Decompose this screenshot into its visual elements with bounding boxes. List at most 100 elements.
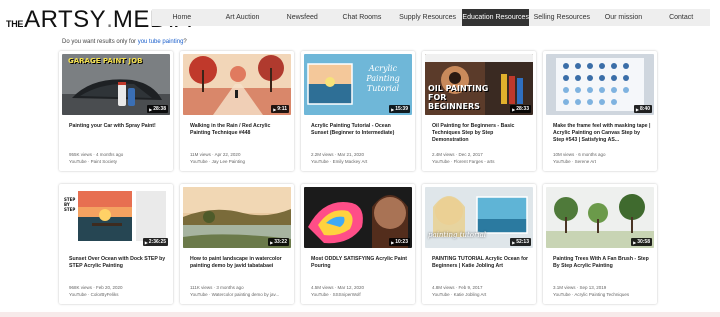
video-duration: ▶ 30:58 (631, 238, 652, 246)
play-icon: ▶ (633, 239, 637, 245)
video-thumbnail[interactable]: OIL PAINTING FOR BEGINNERS ▶ 28:33 (425, 54, 533, 115)
video-thumbnail[interactable]: GARAGE PAINT JOB ▶ 28:38 (62, 54, 170, 115)
nav-supply-resources[interactable]: Supply Resources (393, 9, 463, 26)
video-thumbnail[interactable]: ▶ 10:23 (304, 187, 412, 248)
video-channel: YouTube · ColorByFeliks (69, 292, 119, 297)
video-duration: ▶ 8:40 (633, 105, 652, 113)
duration-text: 8:40 (639, 106, 650, 112)
site-header: THE ARTSY . MEDIA Home Art Auction Newsf… (0, 0, 720, 36)
thumbnail-caption: Acrylic Painting Tutorial (366, 64, 400, 93)
logo-the: THE (6, 19, 24, 29)
nav-art-auction[interactable]: Art Auction (212, 9, 274, 26)
video-duration: ▶ 9:11 (271, 105, 289, 113)
video-views: 2.2M views · Mar 21, 2020 (311, 152, 365, 157)
video-channel: YouTube · Jay Lee Painting (190, 159, 245, 164)
video-views: 10M views · 6 months ago (553, 152, 606, 157)
nav-chat-rooms[interactable]: Chat Rooms (331, 9, 393, 26)
video-thumbnail[interactable]: ▶ 8:40 (546, 54, 654, 115)
duration-text: 52:13 (516, 239, 529, 245)
duration-text: 28:33 (516, 106, 529, 112)
thumbnail-caption: STEP BY STEP (64, 197, 76, 212)
video-duration: ▶ 10:23 (389, 238, 410, 246)
video-channel: YouTube · Acrylic Painting Techniques (553, 292, 630, 297)
nav-home[interactable]: Home (152, 9, 212, 26)
video-title[interactable]: Make the frame feel with masking tape | … (553, 123, 651, 144)
video-views: 11M views · Apr 22, 2020 (190, 152, 241, 157)
video-card[interactable]: OIL PAINTING FOR BEGINNERS ▶ 28:33 Oil Pa… (422, 51, 536, 171)
video-thumbnail[interactable]: ▶ 33:22 (183, 187, 291, 248)
thumbnail-caption: GARAGE PAINT JOB (68, 57, 143, 65)
video-card[interactable]: STEP BY STEP ▶ 2:36:25 Sunset Over Ocean … (59, 184, 173, 304)
video-duration: ▶ 15:39 (389, 105, 410, 113)
play-icon: ▶ (635, 106, 639, 112)
video-channel: YouTube · Watercolor painting demo by ja… (190, 292, 280, 297)
play-icon: ▶ (273, 106, 277, 112)
play-icon: ▶ (149, 106, 153, 112)
nav-selling-resources[interactable]: Selling Resources (529, 9, 595, 26)
video-channel: YouTube · Serene Art (553, 159, 596, 164)
video-title[interactable]: Sunset Over Ocean with Dock STEP by STEP… (69, 256, 167, 270)
main-nav: Home Art Auction Newsfeed Chat Rooms Sup… (152, 9, 710, 26)
duration-text: 28:38 (153, 106, 166, 112)
video-views: 111K views · 3 months ago (190, 285, 244, 290)
video-duration: ▶ 2:36:25 (142, 238, 168, 246)
video-title[interactable]: Painting your Car with Spray Paint! (69, 123, 167, 130)
play-icon: ▶ (391, 106, 395, 112)
video-views: 4.8M views · Feb 9, 2017 (432, 285, 483, 290)
video-card[interactable]: ▶ 8:40 Make the frame feel with masking t… (543, 51, 657, 171)
nav-newsfeed[interactable]: Newsfeed (273, 9, 331, 26)
video-title[interactable]: Most ODDLY SATISFYING Acrylic Paint Pour… (311, 256, 409, 270)
play-icon: ▶ (270, 239, 274, 245)
duration-text: 2:36:25 (148, 239, 166, 245)
nav-education-resources[interactable]: Education Resources (462, 9, 529, 26)
video-title[interactable]: Painting Trees With A Fan Brush - Step B… (553, 256, 651, 270)
video-card[interactable]: ▶ 9:11 Walking in the Rain / Red Acrylic … (180, 51, 294, 171)
video-title[interactable]: How to paint landscape in watercolor pai… (190, 256, 288, 270)
video-title[interactable]: Oil Painting for Beginners - Basic Techn… (432, 123, 530, 144)
video-views: 968K views · Feb 20, 2020 (69, 285, 123, 290)
video-views: 4.5M views · Mar 12, 2020 (311, 285, 365, 290)
video-card[interactable]: painting tutorial ▶ 52:13 PAINTING TUTORI… (422, 184, 536, 304)
duration-text: 30:58 (637, 239, 650, 245)
search-suggestion: Do you want results only for you tube pa… (62, 39, 187, 45)
video-channel: YouTube · Emily Mackey Art (311, 159, 368, 164)
suggestion-suffix: ? (183, 39, 187, 45)
video-card[interactable]: ▶ 30:58 Painting Trees With A Fan Brush -… (543, 184, 657, 304)
duration-text: 15:39 (395, 106, 408, 112)
nav-our-mission[interactable]: Our mission (595, 9, 653, 26)
logo-artsy: ARTSY (24, 6, 107, 33)
nav-contact[interactable]: Contact (652, 9, 710, 26)
duration-text: 33:22 (274, 239, 287, 245)
video-channel: YouTube · Paint Society (69, 159, 117, 164)
video-duration: ▶ 28:33 (510, 105, 531, 113)
video-channel: YouTube · SSSniperWolf (311, 292, 361, 297)
video-channel: YouTube · Florent Farges - arts (432, 159, 495, 164)
video-card[interactable]: Acrylic Painting Tutorial ▶ 15:39 Acrylic… (301, 51, 415, 171)
suggestion-prefix: Do you want results only for (62, 39, 138, 45)
video-title[interactable]: Acrylic Painting Tutorial - Ocean Sunset… (311, 123, 409, 137)
play-icon: ▶ (391, 239, 395, 245)
video-thumbnail[interactable]: Acrylic Painting Tutorial ▶ 15:39 (304, 54, 412, 115)
video-title[interactable]: PAINTING TUTORIAL Acrylic Ocean for Begi… (432, 256, 530, 270)
video-views: 955K views · 4 months ago (69, 152, 124, 157)
video-card[interactable]: ▶ 10:23 Most ODDLY SATISFYING Acrylic Pai… (301, 184, 415, 304)
video-card[interactable]: ▶ 33:22 How to paint landscape in waterco… (180, 184, 294, 304)
thumbnail-caption: OIL PAINTING FOR BEGINNERS (428, 84, 489, 111)
video-duration: ▶ 33:22 (268, 238, 289, 246)
video-card[interactable]: GARAGE PAINT JOB ▶ 28:38 Painting your Ca… (59, 51, 173, 171)
duration-text: 10:23 (395, 239, 408, 245)
duration-text: 9:11 (277, 106, 287, 112)
video-thumbnail[interactable]: ▶ 30:58 (546, 187, 654, 248)
video-thumbnail[interactable]: painting tutorial ▶ 52:13 (425, 187, 533, 248)
thumbnail-caption: painting tutorial (428, 231, 487, 239)
video-duration: ▶ 28:38 (147, 105, 168, 113)
suggestion-link[interactable]: you tube painting (138, 39, 184, 45)
video-thumbnail[interactable]: STEP BY STEP ▶ 2:36:25 (62, 187, 170, 248)
video-duration: ▶ 52:13 (510, 238, 531, 246)
video-channel: YouTube · Katie Jobling Art (432, 292, 487, 297)
video-thumbnail[interactable]: ▶ 9:11 (183, 54, 291, 115)
logo-dot: . (106, 6, 113, 33)
video-title[interactable]: Walking in the Rain / Red Acrylic Painti… (190, 123, 288, 137)
video-views: 3.1M views · Sep 13, 2019 (553, 285, 607, 290)
play-icon: ▶ (512, 106, 516, 112)
